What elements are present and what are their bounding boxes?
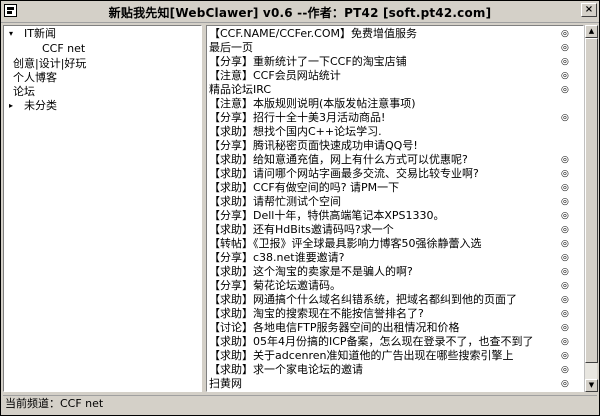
list-item[interactable]: 【求助】想找个国内C++论坛学习. bbox=[209, 125, 567, 139]
list-item[interactable]: 【求助】网通搞个什么域名纠错系统，把域名都纠到他的页面了 ◎ bbox=[209, 293, 569, 307]
status-text: 当前频道：CCF net bbox=[5, 397, 104, 410]
post-title: 【求助】想找个国内C++论坛学习. bbox=[209, 125, 382, 138]
vertical-scrollbar[interactable]: ▲ ▼ bbox=[584, 25, 598, 392]
post-list: 【CCF.NAME/CCFer.COM】免费增值服务 ◎ 最后一页 ◎ 【分享】重新统计… bbox=[206, 25, 584, 392]
tree-item[interactable]: CCF net bbox=[42, 42, 85, 56]
post-title: 【分享】重新统计了一下CCF的淘宝店铺 bbox=[209, 55, 407, 68]
channel-tree: ▾ IT新闻 CCF net 创意|设计|好玩 个人博客 论坛 ▸ 未分类 bbox=[3, 25, 202, 392]
main-panes: ▾ IT新闻 CCF net 创意|设计|好玩 个人博客 论坛 ▸ 未分类 【CCF.NAME… bbox=[3, 25, 598, 392]
post-title: 【求助】请帮忙测试个空间 bbox=[209, 195, 341, 208]
read-marker-icon: ◎ bbox=[561, 211, 569, 221]
post-title: 【求助】05年4月份搞的ICP备案，怎么现在登录不了，也查不到了 bbox=[209, 335, 534, 348]
tree-item[interactable]: 未分类 bbox=[24, 99, 57, 113]
read-marker-icon: ◎ bbox=[561, 71, 569, 81]
list-item[interactable]: 【求助】淘宝的搜索现在不能按信誉排名了? ◎ bbox=[209, 307, 569, 321]
post-title: 【注意】CCF会员网站统计 bbox=[209, 69, 341, 82]
list-item[interactable]: 【求助】这个淘宝的卖家是不是骗人的啊? ◎ bbox=[209, 265, 569, 279]
post-title: 【求助】淘宝的搜索现在不能按信誉排名了? bbox=[209, 307, 424, 320]
tree-item[interactable]: 个人博客 bbox=[13, 71, 57, 85]
read-marker-icon: ◎ bbox=[561, 281, 569, 291]
post-title: 【分享】招行十全十美3月活动商品! bbox=[209, 111, 386, 124]
status-bar: 当前频道：CCF net bbox=[3, 395, 597, 413]
post-title: 【求助】这个淘宝的卖家是不是骗人的啊? bbox=[209, 265, 413, 278]
tree-item[interactable]: 创意|设计|好玩 bbox=[13, 57, 86, 71]
title-bar[interactable]: 新贴我先知[WebClawer] v0.6 --作者：PT42 [soft.pt… bbox=[1, 1, 599, 23]
list-item[interactable]: 【分享】菊花论坛邀请码。 ◎ bbox=[209, 279, 569, 293]
list-item[interactable]: 【求助】求一个家电论坛的邀请 ◎ bbox=[209, 363, 569, 377]
post-title: 扫黄网 bbox=[209, 377, 242, 390]
post-title: 【求助】求一个家电论坛的邀请 bbox=[209, 363, 363, 376]
list-item[interactable]: 【转帖】《卫报》评全球最具影响力博客50强徐静蕾入选 ◎ bbox=[209, 237, 569, 251]
read-marker-icon: ◎ bbox=[561, 197, 569, 207]
post-title: 【求助】给知意通充值，网上有什么方式可以优惠呢? bbox=[209, 153, 468, 166]
read-marker-icon: ◎ bbox=[561, 351, 569, 361]
list-item[interactable]: 【分享】腾讯秘密页面快速成功申请QQ号! bbox=[209, 139, 567, 153]
list-item[interactable]: 【分享】c38.net谁要邀请? ◎ bbox=[209, 251, 569, 265]
list-item[interactable]: 精品论坛IRC ◎ bbox=[209, 83, 569, 97]
list-item[interactable]: 【求助】还有HdBits邀请码吗?求一个 ◎ bbox=[209, 223, 569, 237]
app-window: 新贴我先知[WebClawer] v0.6 --作者：PT42 [soft.pt… bbox=[0, 0, 600, 416]
list-item[interactable]: 【讨论】各地电信FTP服务器空间的出租情况和价格 ◎ bbox=[209, 321, 569, 335]
read-marker-icon: ◎ bbox=[561, 253, 569, 263]
read-marker-icon: ◎ bbox=[561, 365, 569, 375]
read-marker-icon: ◎ bbox=[561, 225, 569, 235]
read-marker-icon: ◎ bbox=[561, 323, 569, 333]
post-title: 最后一页 bbox=[209, 41, 253, 54]
window-title: 新贴我先知[WebClawer] v0.6 --作者：PT42 [soft.pt… bbox=[108, 6, 492, 20]
list-item[interactable]: 【求助】关于adcenren准知道他的广告出现在哪些搜索引擎上 ◎ bbox=[209, 349, 569, 363]
list-item[interactable]: 【求助】05年4月份搞的ICP备案，怎么现在登录不了，也查不到了 ◎ bbox=[209, 335, 569, 349]
post-title: 【分享】腾讯秘密页面快速成功申请QQ号! bbox=[209, 139, 418, 152]
scroll-up-button[interactable]: ▲ bbox=[585, 25, 598, 38]
post-title: 【求助】请问哪个网站字画最多交流、交易比较专业啊? bbox=[209, 167, 479, 180]
read-marker-icon: ◎ bbox=[561, 337, 569, 347]
post-title: 【分享】菊花论坛邀请码。 bbox=[209, 279, 341, 292]
read-marker-icon: ◎ bbox=[561, 57, 569, 67]
read-marker-icon: ◎ bbox=[561, 85, 569, 95]
read-marker-icon: ◎ bbox=[561, 155, 569, 165]
post-title: 【讨论】各地电信FTP服务器空间的出租情况和价格 bbox=[209, 321, 460, 334]
read-marker-icon: ◎ bbox=[561, 239, 569, 249]
list-item[interactable]: 【注意】CCF会员网站统计 ◎ bbox=[209, 69, 569, 83]
post-title: 【注意】本版规则说明(本版发帖注意事项) bbox=[209, 97, 416, 110]
read-marker-icon: ◎ bbox=[561, 29, 569, 39]
close-button[interactable]: × bbox=[581, 3, 597, 17]
read-marker-icon: ◎ bbox=[561, 309, 569, 319]
list-item[interactable]: 扫黄网 ◎ bbox=[209, 377, 569, 391]
read-marker-icon: ◎ bbox=[561, 113, 569, 123]
scroll-thumb[interactable] bbox=[585, 38, 598, 363]
post-title: 【求助】网通搞个什么域名纠错系统，把域名都纠到他的页面了 bbox=[209, 293, 517, 306]
list-item[interactable]: 【求助】给知意通充值，网上有什么方式可以优惠呢? ◎ bbox=[209, 153, 569, 167]
post-title: 【分享】c38.net谁要邀请? bbox=[209, 251, 345, 264]
read-marker-icon: ◎ bbox=[561, 183, 569, 193]
list-item[interactable]: 【分享】招行十全十美3月活动商品! ◎ bbox=[209, 111, 569, 125]
post-title: 【转帖】《卫报》评全球最具影响力博客50强徐静蕾入选 bbox=[209, 237, 482, 250]
list-item[interactable]: 【求助】CCF有做空间的吗? 请PM一下 ◎ bbox=[209, 181, 569, 195]
read-marker-icon: ◎ bbox=[561, 267, 569, 277]
list-item[interactable]: 【注意】本版规则说明(本版发帖注意事项) bbox=[209, 97, 567, 111]
list-item[interactable]: 最后一页 ◎ bbox=[209, 41, 569, 55]
read-marker-icon: ◎ bbox=[561, 295, 569, 305]
tree-expander-icon[interactable]: ▸ bbox=[9, 99, 17, 113]
tree-item[interactable]: IT新闻 bbox=[24, 27, 56, 41]
list-item[interactable]: 【分享】Dell十年，特供高端笔记本XPS1330。 ◎ bbox=[209, 209, 569, 223]
read-marker-icon: ◎ bbox=[561, 169, 569, 179]
scroll-down-button[interactable]: ▼ bbox=[585, 379, 598, 392]
post-title: 【CCF.NAME/CCFer.COM】免费增值服务 bbox=[209, 27, 418, 40]
list-item[interactable]: 【求助】请帮忙测试个空间 ◎ bbox=[209, 195, 569, 209]
read-marker-icon: ◎ bbox=[561, 43, 569, 53]
list-item[interactable]: 【CCF.NAME/CCFer.COM】免费增值服务 ◎ bbox=[209, 27, 569, 41]
tree-expander-icon[interactable]: ▾ bbox=[9, 27, 17, 41]
post-title: 【分享】Dell十年，特供高端笔记本XPS1330。 bbox=[209, 209, 445, 222]
post-title: 精品论坛IRC bbox=[209, 83, 272, 96]
post-title: 【求助】还有HdBits邀请码吗?求一个 bbox=[209, 223, 394, 236]
tree-item[interactable]: 论坛 bbox=[13, 85, 35, 99]
post-title: 【求助】关于adcenren准知道他的广告出现在哪些搜索引擎上 bbox=[209, 349, 514, 362]
list-item[interactable]: 【求助】请问哪个网站字画最多交流、交易比较专业啊? ◎ bbox=[209, 167, 569, 181]
list-item[interactable]: 【分享】重新统计了一下CCF的淘宝店铺 ◎ bbox=[209, 55, 569, 69]
read-marker-icon: ◎ bbox=[561, 379, 569, 389]
post-title: 【求助】CCF有做空间的吗? 请PM一下 bbox=[209, 181, 400, 194]
